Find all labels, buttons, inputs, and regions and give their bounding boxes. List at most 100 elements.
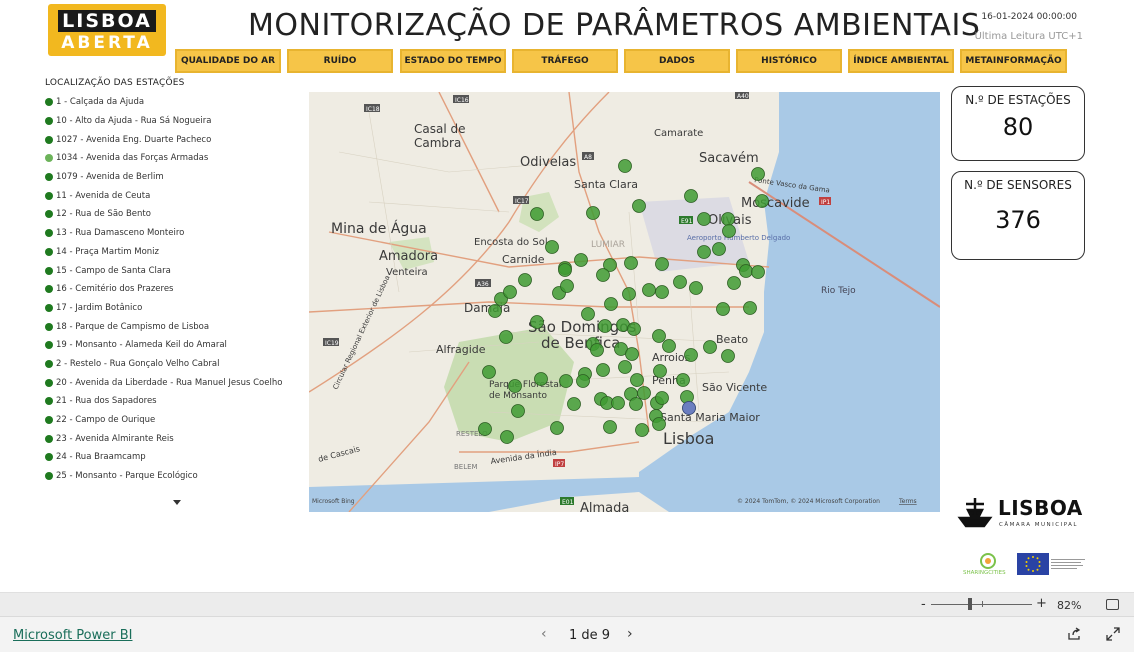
- station-list-item[interactable]: 11 - Avenida de Ceuta: [45, 186, 305, 205]
- station-marker[interactable]: [751, 167, 765, 181]
- nav-dados[interactable]: DADOS: [624, 49, 730, 73]
- station-marker[interactable]: [499, 330, 513, 344]
- station-marker[interactable]: [574, 253, 588, 267]
- station-marker[interactable]: [653, 364, 667, 378]
- station-list-item[interactable]: 18 - Parque de Campismo de Lisboa: [45, 317, 305, 336]
- station-marker[interactable]: [596, 363, 610, 377]
- station-marker[interactable]: [722, 224, 736, 238]
- list-scroll-down-icon[interactable]: [173, 500, 181, 505]
- next-page-icon[interactable]: ›: [627, 626, 633, 642]
- station-marker[interactable]: [596, 268, 610, 282]
- station-marker[interactable]: [652, 417, 666, 431]
- station-marker[interactable]: [743, 301, 757, 315]
- map-terms-link[interactable]: Terms: [898, 498, 917, 505]
- nav-qualidade-do-ar[interactable]: QUALIDADE DO AR: [175, 49, 281, 73]
- station-marker[interactable]: [503, 285, 517, 299]
- station-marker[interactable]: [500, 430, 514, 444]
- station-marker[interactable]: [530, 207, 544, 221]
- station-list-item[interactable]: 15 - Campo de Santa Clara: [45, 261, 305, 280]
- station-marker[interactable]: [567, 397, 581, 411]
- nav-historico[interactable]: HISTÓRICO: [736, 49, 842, 73]
- station-marker[interactable]: [488, 304, 502, 318]
- station-list-item[interactable]: 10 - Alto da Ajuda - Rua Sá Nogueira: [45, 112, 305, 131]
- station-marker[interactable]: [611, 396, 625, 410]
- station-marker[interactable]: [590, 343, 604, 357]
- station-marker[interactable]: [534, 372, 548, 386]
- station-marker[interactable]: [530, 315, 544, 329]
- station-marker[interactable]: [598, 319, 612, 333]
- powerbi-link[interactable]: Microsoft Power BI: [13, 628, 132, 643]
- zoom-slider-thumb[interactable]: [968, 598, 972, 610]
- station-marker[interactable]: [576, 374, 590, 388]
- nav-indice-ambiental[interactable]: ÍNDICE AMBIENTAL: [848, 49, 954, 73]
- station-marker[interactable]: [624, 256, 638, 270]
- station-list-item[interactable]: 22 - Campo de Ourique: [45, 411, 305, 430]
- station-marker[interactable]: [755, 194, 769, 208]
- station-marker[interactable]: [630, 373, 644, 387]
- station-marker[interactable]: [632, 199, 646, 213]
- station-marker[interactable]: [559, 374, 573, 388]
- station-marker[interactable]: [618, 159, 632, 173]
- station-list-item[interactable]: 20 - Avenida da Liberdade - Rua Manuel J…: [45, 373, 305, 392]
- zoom-in-button[interactable]: +: [1036, 596, 1047, 611]
- station-marker[interactable]: [716, 302, 730, 316]
- station-list-item[interactable]: 1 - Calçada da Ajuda: [45, 93, 305, 112]
- station-marker[interactable]: [751, 265, 765, 279]
- station-marker[interactable]: [581, 307, 595, 321]
- station-marker[interactable]: [721, 212, 735, 226]
- station-marker[interactable]: [637, 386, 651, 400]
- prev-page-icon[interactable]: ‹: [541, 626, 547, 642]
- fullscreen-icon[interactable]: [1106, 627, 1120, 641]
- station-marker[interactable]: [655, 391, 669, 405]
- station-marker[interactable]: [727, 276, 741, 290]
- station-marker[interactable]: [703, 340, 717, 354]
- station-list-item[interactable]: 1079 - Avenida de Berlim: [45, 168, 305, 187]
- station-marker[interactable]: [625, 347, 639, 361]
- station-marker[interactable]: [558, 263, 572, 277]
- share-icon[interactable]: [1067, 627, 1081, 641]
- station-marker[interactable]: [545, 240, 559, 254]
- station-marker[interactable]: [482, 365, 496, 379]
- nav-metainformacao[interactable]: METAINFORMAÇÃO: [960, 49, 1067, 73]
- station-list-item[interactable]: 21 - Rua dos Sapadores: [45, 392, 305, 411]
- station-marker[interactable]: [684, 189, 698, 203]
- station-marker[interactable]: [721, 349, 735, 363]
- station-marker[interactable]: [511, 404, 525, 418]
- station-marker[interactable]: [652, 329, 666, 343]
- fit-to-page-icon[interactable]: [1106, 599, 1119, 610]
- station-marker[interactable]: [603, 420, 617, 434]
- station-list-item[interactable]: 23 - Avenida Almirante Reis: [45, 429, 305, 448]
- station-marker[interactable]: [604, 297, 618, 311]
- station-list-item[interactable]: 1034 - Avenida das Forças Armadas: [45, 149, 305, 168]
- station-marker[interactable]: [689, 281, 703, 295]
- station-marker[interactable]: [622, 287, 636, 301]
- station-list-item[interactable]: 25 - Monsanto - Parque Ecológico: [45, 467, 305, 483]
- station-marker[interactable]: [518, 273, 532, 287]
- station-marker[interactable]: [697, 212, 711, 226]
- station-marker[interactable]: [676, 373, 690, 387]
- nav-estado-do-tempo[interactable]: ESTADO DO TEMPO: [400, 49, 506, 73]
- station-marker[interactable]: [629, 397, 643, 411]
- station-marker[interactable]: [712, 242, 726, 256]
- station-marker[interactable]: [655, 257, 669, 271]
- station-marker[interactable]: [635, 423, 649, 437]
- station-marker[interactable]: [618, 360, 632, 374]
- stations-map[interactable]: Casal de Cambra Odivelas Camarate Sacavé…: [309, 92, 940, 512]
- station-list-item[interactable]: 19 - Monsanto - Alameda Keil do Amaral: [45, 336, 305, 355]
- station-list-item[interactable]: 17 - Jardim Botânico: [45, 299, 305, 318]
- nav-trafego[interactable]: TRÁFEGO: [512, 49, 618, 73]
- nav-ruido[interactable]: RUÍDO: [287, 49, 393, 73]
- station-marker[interactable]: [673, 275, 687, 289]
- station-marker[interactable]: [697, 245, 711, 259]
- station-list-item[interactable]: 16 - Cemitério dos Prazeres: [45, 280, 305, 299]
- station-list-item[interactable]: 2 - Restelo - Rua Gonçalo Velho Cabral: [45, 355, 305, 374]
- station-marker[interactable]: [586, 206, 600, 220]
- station-marker[interactable]: [662, 339, 676, 353]
- station-marker[interactable]: [684, 348, 698, 362]
- station-marker[interactable]: [550, 421, 564, 435]
- station-marker[interactable]: [739, 264, 753, 278]
- station-marker-selected[interactable]: [682, 401, 696, 415]
- station-marker[interactable]: [508, 379, 522, 393]
- station-list-item[interactable]: 1027 - Avenida Eng. Duarte Pacheco: [45, 130, 305, 149]
- zoom-out-button[interactable]: -: [921, 597, 926, 612]
